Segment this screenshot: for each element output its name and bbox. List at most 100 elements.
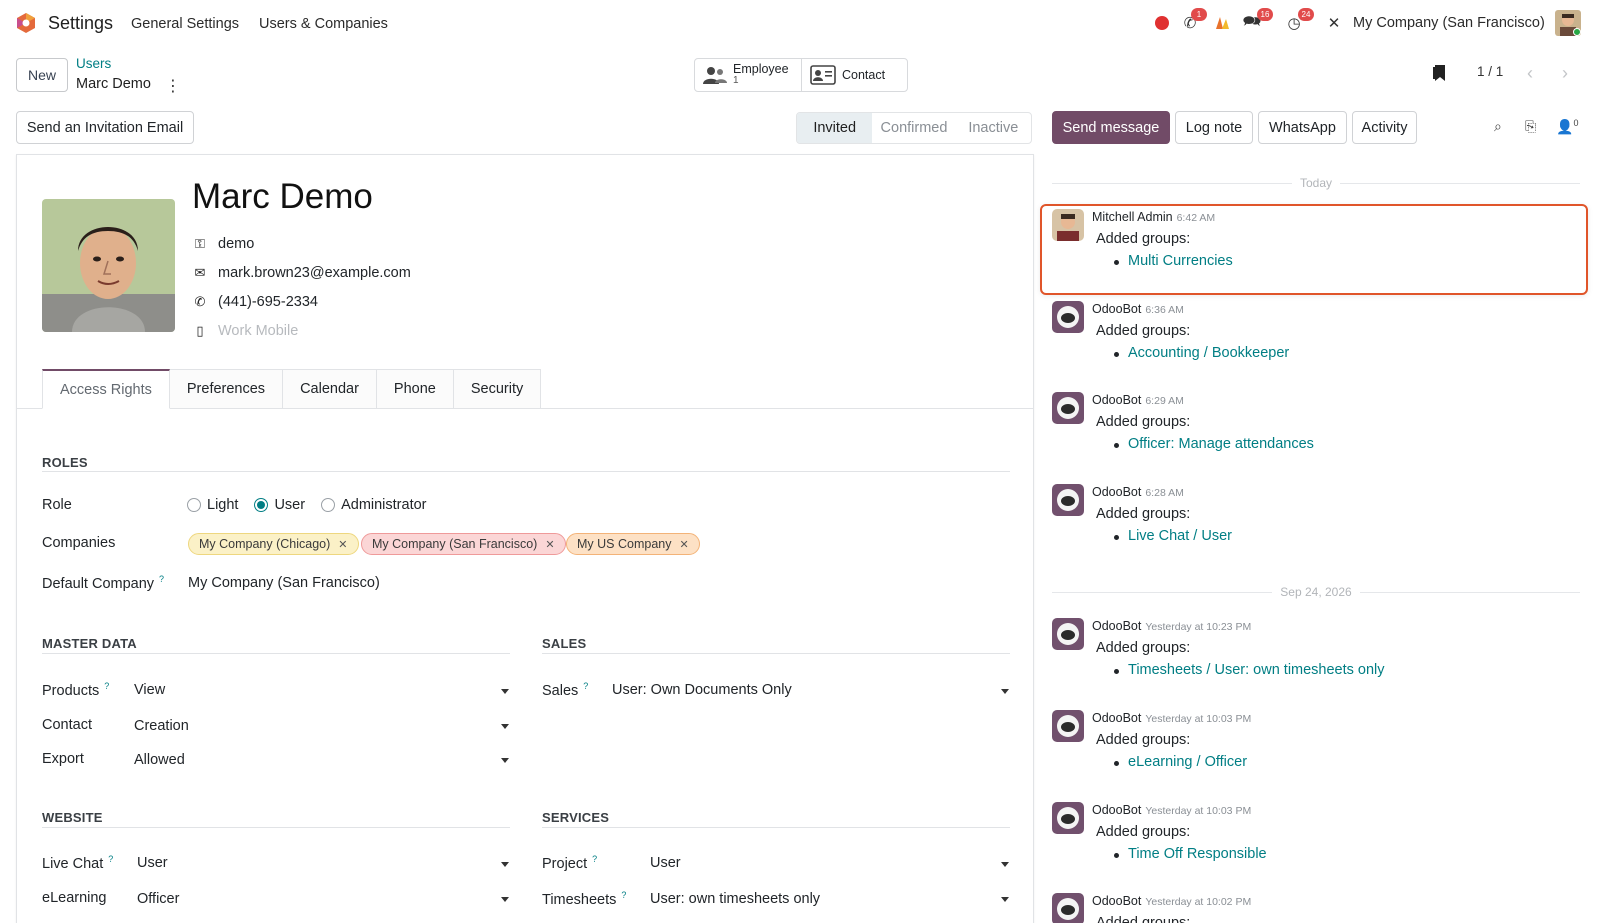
whatsapp-button[interactable]: WhatsApp — [1258, 111, 1347, 144]
app-name[interactable]: Settings — [48, 13, 113, 34]
remove-tag-icon[interactable]: ✕ — [545, 538, 554, 551]
sales-select[interactable]: User: Own Documents Only — [612, 682, 792, 698]
menu-general-settings[interactable]: General Settings — [131, 16, 239, 32]
phone-field[interactable]: (441)-695-2334 — [218, 294, 318, 310]
role-light-radio[interactable] — [187, 498, 201, 512]
contact-smart-button[interactable]: Contact — [801, 59, 907, 91]
message-author: OdooBot 6:29 AM — [1092, 393, 1184, 407]
author-avatar[interactable] — [1052, 209, 1084, 241]
help-icon[interactable]: ? — [621, 890, 626, 900]
activity-button[interactable]: Activity — [1352, 111, 1417, 144]
company-tag[interactable]: My Company (Chicago) ✕ — [188, 533, 359, 555]
chevron-down-icon[interactable] — [1001, 862, 1009, 867]
log-note-button[interactable]: Log note — [1175, 111, 1253, 144]
chevron-down-icon[interactable] — [1001, 897, 1009, 902]
message-group-link[interactable]: Officer: Manage attendances — [1114, 436, 1314, 452]
company-tag[interactable]: My US Company ✕ — [566, 533, 700, 555]
mobile-field[interactable]: Work Mobile — [218, 323, 298, 339]
breadcrumb-users[interactable]: Users — [76, 56, 111, 71]
pager-value[interactable]: 1 / 1 — [1477, 64, 1503, 79]
chevron-down-icon[interactable] — [501, 897, 509, 902]
timesheets-select[interactable]: User: own timesheets only — [650, 891, 820, 907]
help-icon[interactable]: ? — [104, 681, 109, 691]
email-field[interactable]: mark.brown23@example.com — [218, 265, 411, 281]
tab-access-rights[interactable]: Access Rights — [42, 369, 170, 409]
message-group-link[interactable]: eLearning / Officer — [1113, 754, 1247, 770]
odoobot-avatar[interactable] — [1052, 710, 1084, 742]
role-administrator-label[interactable]: Administrator — [341, 497, 426, 513]
ai-icon[interactable] — [1213, 14, 1231, 32]
status-inactive[interactable]: Inactive — [956, 113, 1031, 143]
debug-tools-icon[interactable]: ✕ — [1325, 14, 1343, 32]
live-chat-select[interactable]: User — [137, 855, 168, 871]
message-author: OdooBot Yesterday at 10:23 PM — [1092, 619, 1252, 633]
user-name[interactable]: Marc Demo — [192, 177, 373, 217]
default-company-label: Default Company? — [42, 574, 165, 592]
attachment-icon[interactable]: ⎘ — [1525, 118, 1536, 135]
chevron-down-icon[interactable] — [501, 689, 509, 694]
message-group-link[interactable]: Live Chat / User — [1114, 528, 1232, 544]
login-row: ⚿ demo — [192, 236, 254, 252]
message-group-link[interactable]: Accounting / Bookkeeper — [1113, 345, 1289, 361]
message-text: Added groups: — [1096, 323, 1191, 339]
message-group-link[interactable]: Multi Currencies — [1114, 253, 1233, 269]
user-photo[interactable] — [42, 199, 175, 332]
odoobot-avatar[interactable] — [1052, 618, 1084, 650]
pager-next-icon[interactable]: › — [1552, 60, 1578, 86]
project-label: Project? — [542, 854, 598, 872]
chevron-down-icon[interactable] — [501, 758, 509, 763]
chevron-down-icon[interactable] — [501, 862, 509, 867]
role-administrator-radio[interactable] — [321, 498, 336, 512]
login-field[interactable]: demo — [218, 236, 254, 252]
send-message-button[interactable]: Send message — [1052, 111, 1170, 144]
pager-previous-icon[interactable]: ‹ — [1517, 60, 1543, 86]
odoobot-avatar[interactable] — [1052, 802, 1084, 834]
employee-smart-button[interactable]: Employee 1 — [695, 59, 801, 91]
help-icon[interactable]: ? — [159, 574, 164, 584]
help-icon[interactable]: ? — [592, 854, 597, 864]
record-icon[interactable] — [1153, 14, 1171, 32]
message-author: OdooBot 6:28 AM — [1092, 485, 1184, 499]
odoobot-avatar[interactable] — [1052, 484, 1084, 516]
elearning-select[interactable]: Officer — [137, 891, 179, 907]
role-user-label[interactable]: User — [274, 497, 305, 513]
default-company-field[interactable]: My Company (San Francisco) — [188, 575, 380, 591]
products-select[interactable]: View — [134, 682, 165, 698]
tab-security[interactable]: Security — [453, 369, 542, 409]
message-group-link[interactable]: Timesheets / User: own timesheets only — [1114, 662, 1385, 678]
user-avatar[interactable] — [1555, 10, 1581, 36]
new-button[interactable]: New — [16, 58, 68, 92]
remove-tag-icon[interactable]: ✕ — [679, 538, 688, 551]
remove-tag-icon[interactable]: ✕ — [338, 538, 347, 551]
tab-calendar[interactable]: Calendar — [283, 369, 377, 409]
bookmark-icon[interactable] — [1432, 64, 1448, 87]
chevron-down-icon[interactable] — [1001, 689, 1009, 694]
send-invitation-button[interactable]: Send an Invitation Email — [16, 111, 194, 144]
company-tag[interactable]: My Company (San Francisco) ✕ — [361, 533, 566, 555]
employee-smart-label: Employee — [733, 62, 789, 76]
tab-phone[interactable]: Phone — [376, 369, 454, 409]
app-logo-icon[interactable] — [15, 12, 37, 34]
help-icon[interactable]: ? — [108, 854, 113, 864]
odoobot-avatar[interactable] — [1052, 893, 1084, 923]
live-chat-label: Live Chat? — [42, 854, 114, 872]
menu-users-companies[interactable]: Users & Companies — [259, 16, 388, 32]
status-confirmed[interactable]: Confirmed — [872, 113, 955, 143]
chevron-down-icon[interactable] — [501, 724, 509, 729]
role-light-label[interactable]: Light — [207, 497, 238, 513]
help-icon[interactable]: ? — [583, 681, 588, 691]
search-icon[interactable]: ⌕ — [1494, 118, 1502, 135]
message-group-link[interactable]: Time Off Responsible — [1114, 846, 1267, 862]
role-user-radio[interactable] — [254, 498, 269, 512]
contact-select[interactable]: Creation — [134, 718, 189, 734]
followers-icon[interactable]: 👤0 — [1556, 118, 1578, 136]
company-switcher[interactable]: My Company (San Francisco) — [1353, 15, 1545, 31]
tab-preferences[interactable]: Preferences — [169, 369, 284, 409]
odoobot-avatar[interactable] — [1052, 392, 1084, 424]
export-select[interactable]: Allowed — [134, 752, 185, 768]
odoobot-avatar[interactable] — [1052, 301, 1084, 333]
actions-menu-icon[interactable]: ⋮ — [165, 76, 181, 96]
project-select[interactable]: User — [650, 855, 681, 871]
chatter-message: OdooBot 6:29 AM Added groups: Officer: Ma… — [1052, 392, 1580, 472]
status-invited[interactable]: Invited — [797, 113, 873, 143]
